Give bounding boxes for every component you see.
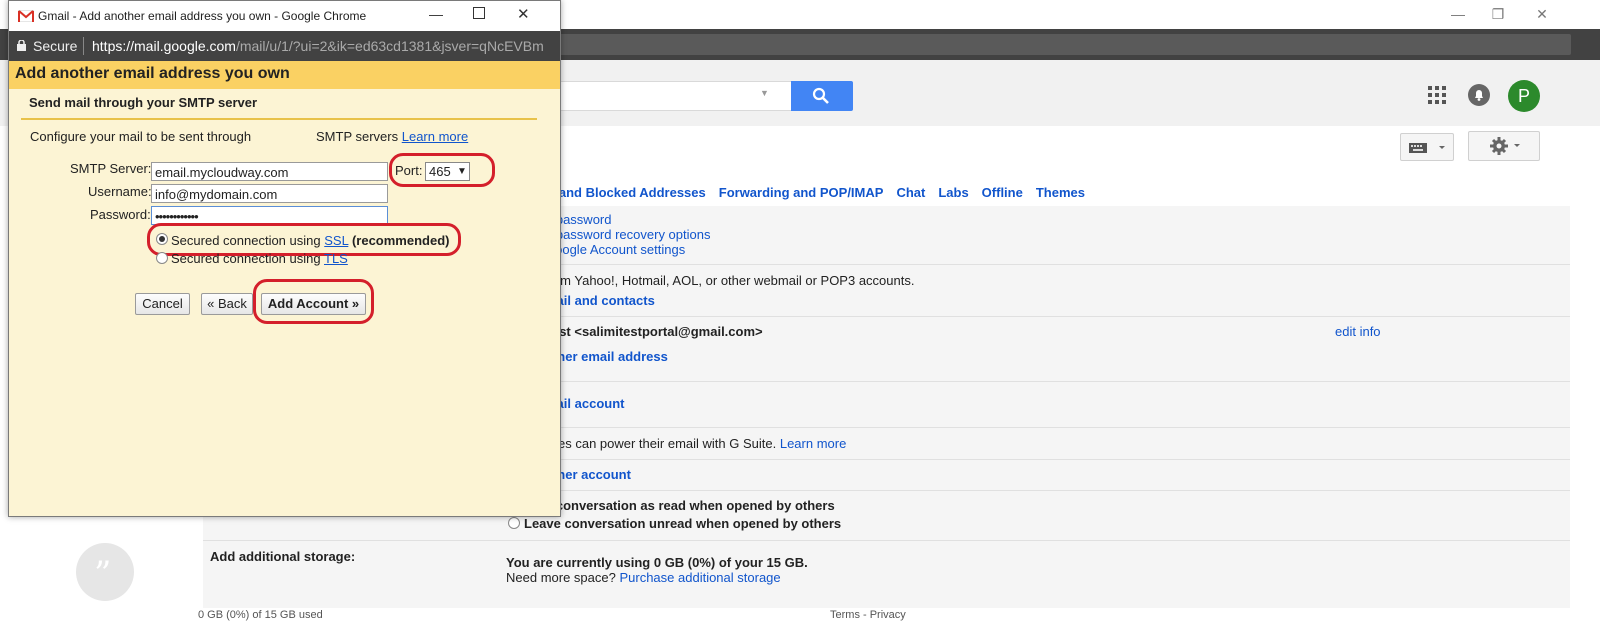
leave-unread-option-label: Leave conversation unread when opened by… [524, 516, 842, 531]
minimize-icon[interactable]: — [1448, 6, 1468, 22]
popup-close-icon[interactable]: ✕ [517, 5, 530, 23]
add-email-popup-window: Gmail - Add another email address you ow… [8, 0, 561, 517]
settings-gear-button[interactable] [1468, 131, 1540, 161]
username-input[interactable]: info@mydomain.com [151, 184, 388, 203]
mark-read-option-label: k conversation as read when opened by ot… [545, 498, 835, 513]
svg-text:”: ” [94, 554, 111, 594]
need-more-text: Need more space? [506, 570, 616, 585]
popup-heading: Add another email address you own [15, 65, 290, 82]
import-description: from Yahoo!, Hotmail, AOL, or other webm… [545, 273, 915, 288]
storage-usage: You are currently using 0 GB (0%) of you… [506, 555, 808, 570]
divider [548, 264, 1570, 265]
search-icon [812, 87, 829, 104]
gsuite-description: sses can power their email with G Suite. [545, 436, 777, 451]
divider [548, 490, 1570, 491]
divider [548, 459, 1570, 460]
edit-info-link[interactable]: edit info [1335, 324, 1381, 339]
gmail-search-input[interactable]: ▼ [553, 81, 792, 111]
apps-grid-icon[interactable] [1428, 86, 1446, 107]
gmail-logo-icon [18, 10, 34, 22]
url-host: https://mail.google.com [92, 38, 236, 54]
import-mail-link[interactable]: mail and contacts [545, 293, 655, 308]
popup-maximize-icon[interactable] [473, 7, 485, 19]
avatar[interactable]: P [1508, 80, 1540, 112]
settings-tabs: s and Blocked Addresses Forwarding and PO… [548, 185, 1098, 203]
popup-titlebar: Gmail - Add another email address you ow… [9, 1, 560, 31]
smtp-servers-text: SMTP servers [316, 129, 399, 144]
close-icon[interactable]: ✕ [1532, 6, 1552, 23]
recovery-options-link[interactable]: e password recovery options [545, 227, 710, 242]
add-email-address-link[interactable]: other email address [545, 349, 668, 364]
username-label: Username: [88, 184, 152, 199]
search-options-icon[interactable]: ▼ [760, 88, 769, 98]
port-highlight [389, 153, 495, 187]
learn-more-link[interactable]: Learn more [402, 129, 468, 144]
smtp-server-label: SMTP Server: [70, 161, 152, 176]
password-label: Password: [90, 207, 151, 222]
footer-links[interactable]: Terms - Privacy [830, 609, 906, 621]
tab-filters[interactable]: s and Blocked Addresses [548, 185, 706, 200]
popup-minimize-icon[interactable]: — [429, 6, 443, 22]
tls-prefix: Secured connection using [171, 251, 321, 266]
popup-body: Send mail through your SMTP server Confi… [9, 89, 560, 516]
smtp-server-input[interactable]: email.mycloudway.com [151, 162, 388, 181]
smtp-servers-info: SMTP servers Learn more [316, 129, 468, 144]
restore-icon[interactable]: ❐ [1488, 6, 1508, 23]
gear-icon [1490, 137, 1520, 155]
popup-url[interactable]: https://mail.google.com/mail/u/1/?ui=2&i… [92, 38, 544, 54]
lock-icon [17, 40, 26, 51]
search-button[interactable] [791, 81, 853, 111]
secure-label: Secure [33, 38, 78, 54]
tab-offline[interactable]: Offline [982, 185, 1023, 200]
purchase-storage-link[interactable]: Purchase additional storage [619, 570, 780, 585]
url-separator [83, 37, 84, 55]
tls-radio[interactable] [156, 252, 168, 264]
storage-label: Add additional storage: [210, 549, 356, 564]
send-as-address: Test <salimitestportal@gmail.com> [545, 324, 763, 339]
footer-storage: 0 GB (0%) of 15 GB used [198, 609, 323, 621]
google-account-settings-link[interactable]: Google Account settings [545, 242, 685, 257]
header-divider [21, 118, 537, 120]
add-account-highlight [253, 279, 374, 324]
need-more-space: Need more space? Purchase additional sto… [506, 570, 781, 585]
popup-header: Add another email address you own [9, 61, 560, 89]
gsuite-text: sses can power their email with G Suite.… [545, 436, 846, 451]
divider [203, 540, 1570, 541]
divider [548, 427, 1570, 428]
tls-option: Secured connection using TLS [171, 251, 348, 266]
tab-themes[interactable]: Themes [1036, 185, 1085, 200]
tls-link[interactable]: TLS [324, 251, 348, 266]
notifications-icon[interactable] [1468, 84, 1490, 106]
hangouts-icon[interactable]: ” [76, 543, 134, 601]
tab-chat[interactable]: Chat [896, 185, 925, 200]
smtp-subheading: Send mail through your SMTP server [29, 95, 258, 110]
back-button[interactable]: « Back [201, 293, 253, 315]
tab-forwarding[interactable]: Forwarding and POP/IMAP [719, 185, 884, 200]
divider [548, 316, 1570, 317]
leave-unread-radio[interactable] [508, 517, 520, 529]
configure-text: Configure your mail to be sent through [30, 129, 252, 144]
divider [548, 381, 1570, 382]
popup-address-bar[interactable]: Secure https://mail.google.com/mail/u/1/… [9, 31, 560, 61]
cancel-button[interactable]: Cancel [135, 293, 190, 315]
background-omnibox[interactable] [553, 34, 1571, 55]
popup-window-title: Gmail - Add another email address you ow… [38, 9, 367, 23]
gsuite-learn-more-link[interactable]: Learn more [780, 436, 846, 451]
url-path: /mail/u/1/?ui=2&ik=ed63cd1381&jsver=qNcE… [235, 38, 544, 54]
keyboard-icon [1409, 143, 1445, 153]
tab-labs[interactable]: Labs [938, 185, 968, 200]
input-tools-button[interactable] [1400, 133, 1454, 161]
